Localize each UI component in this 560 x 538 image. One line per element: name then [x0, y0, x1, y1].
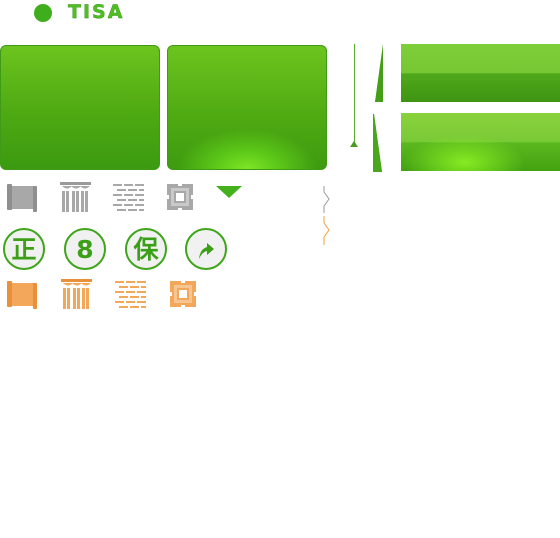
- brick-wall-icon-orange[interactable]: [115, 280, 147, 312]
- divider-tip: [350, 141, 358, 147]
- vertical-divider: [354, 44, 355, 146]
- green-strip-default[interactable]: [401, 44, 560, 102]
- brand-title: TISA: [68, 1, 125, 23]
- brick-wall-icon[interactable]: [113, 183, 145, 215]
- bao-badge[interactable]: 保: [125, 228, 167, 270]
- triangle-down-icon[interactable]: [215, 185, 243, 204]
- green-strip-hover[interactable]: [401, 113, 560, 171]
- scroll-icon[interactable]: [6, 183, 38, 215]
- frame-icon-orange[interactable]: [169, 280, 201, 312]
- green-panel-default[interactable]: [0, 45, 160, 170]
- columns-icon[interactable]: [60, 182, 92, 214]
- columns-icon-orange[interactable]: [61, 279, 93, 311]
- scroll-icon-orange[interactable]: [6, 280, 38, 312]
- upload-arrow-icon[interactable]: [185, 228, 227, 270]
- green-panel-hover[interactable]: [167, 45, 327, 170]
- logo-dot: [34, 4, 52, 22]
- chevron-right-icon[interactable]: [322, 185, 332, 252]
- eight-badge[interactable]: 8: [64, 228, 106, 270]
- frame-icon[interactable]: [166, 183, 198, 215]
- zheng-badge[interactable]: 正: [3, 228, 45, 270]
- wedge-shapes: [373, 44, 383, 172]
